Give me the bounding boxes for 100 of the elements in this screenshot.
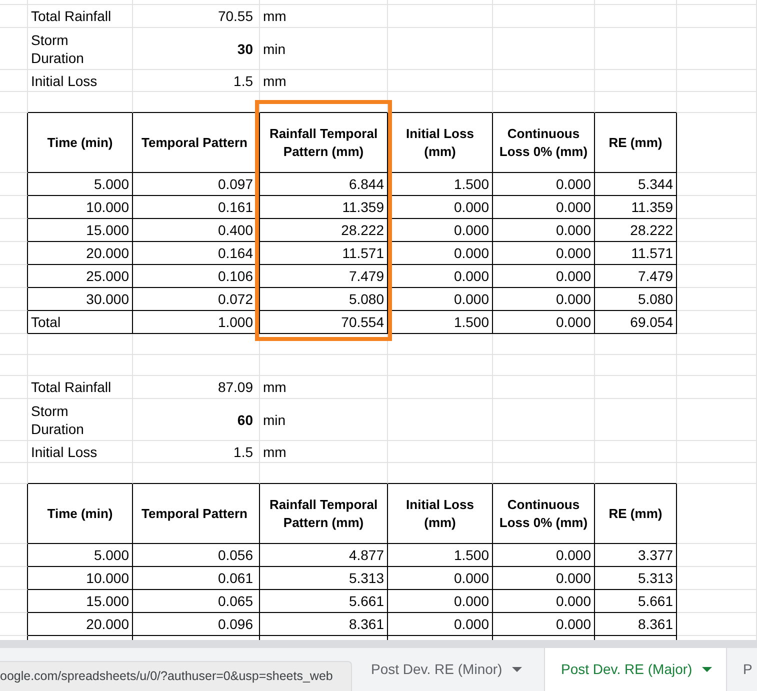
parameter-value: 70.55 xyxy=(133,5,260,28)
table-cell: 7.479 xyxy=(595,265,677,288)
parameter-label: Initial Loss xyxy=(28,70,133,92)
column-header: Initial Loss (mm) xyxy=(388,484,493,544)
table-cell: 10.000 xyxy=(28,567,133,590)
parameter-unit: mm xyxy=(260,70,388,92)
table-cell: 0.000 xyxy=(388,219,493,242)
column-header: RE (mm) xyxy=(595,484,677,544)
grid-cell xyxy=(0,196,28,219)
table-cell: 7.479 xyxy=(260,265,388,288)
column-header: Initial Loss (mm) xyxy=(388,113,493,173)
table-cell: 1.500 xyxy=(388,173,493,196)
column-header: Temporal Pattern xyxy=(133,484,260,544)
table-cell: 3.377 xyxy=(595,544,677,567)
parameter-label: Initial Loss xyxy=(28,441,133,463)
grid-cell xyxy=(0,399,28,441)
grid-cell xyxy=(0,113,28,173)
grid-cell xyxy=(0,463,28,484)
parameter-label: Storm Duration xyxy=(28,399,133,441)
table-cell: 0.000 xyxy=(388,242,493,265)
parameter-value: 87.09 xyxy=(133,376,260,399)
grid-cell xyxy=(0,5,28,28)
sheet-tab[interactable]: P xyxy=(727,648,757,691)
table-cell: 5.313 xyxy=(260,567,388,590)
parameter-value: 1.5 xyxy=(133,441,260,463)
total-cell: 70.554 xyxy=(260,311,388,334)
grid-cell xyxy=(0,173,28,196)
table-cell: 5.000 xyxy=(28,544,133,567)
table-cell: 0.164 xyxy=(133,242,260,265)
total-cell: 0.000 xyxy=(493,311,595,334)
table-cell: 0.000 xyxy=(388,265,493,288)
sheet-tab[interactable]: Post Dev. RE (Major) xyxy=(545,648,727,691)
grid-cell xyxy=(0,288,28,311)
parameter-unit: mm xyxy=(260,376,388,399)
column-header: Time (min) xyxy=(28,113,133,173)
grid-cell xyxy=(0,242,28,265)
table-cell: 0.072 xyxy=(133,288,260,311)
column-header: Temporal Pattern xyxy=(133,113,260,173)
table-cell: 0.000 xyxy=(388,590,493,613)
table-cell: 5.661 xyxy=(260,590,388,613)
grid-cell xyxy=(0,544,28,567)
grid-cell xyxy=(0,265,28,288)
parameter-label: Storm Duration xyxy=(28,28,133,70)
table-cell: 6.844 xyxy=(260,173,388,196)
parameter-label: Total Rainfall xyxy=(28,376,133,399)
table-cell: 5.080 xyxy=(595,288,677,311)
table-cell: 5.344 xyxy=(595,173,677,196)
grid-cell xyxy=(0,376,28,399)
table-cell: 20.000 xyxy=(28,242,133,265)
table-cell: 11.359 xyxy=(260,196,388,219)
grid-cell xyxy=(0,590,28,613)
table-cell: 0.000 xyxy=(493,265,595,288)
caret-icon xyxy=(512,667,522,672)
total-label: Total xyxy=(28,311,133,334)
table-cell: 5.661 xyxy=(595,590,677,613)
table-cell: 0.056 xyxy=(133,544,260,567)
parameter-label: Total Rainfall xyxy=(28,5,133,28)
column-header: Time (min) xyxy=(28,484,133,544)
table-cell: 0.000 xyxy=(493,242,595,265)
table-cell: 0.065 xyxy=(133,590,260,613)
table-cell: 0.000 xyxy=(493,613,595,636)
grid-cell xyxy=(0,70,28,92)
table-cell: 11.571 xyxy=(595,242,677,265)
total-cell: 1.000 xyxy=(133,311,260,334)
table-cell: 0.000 xyxy=(388,613,493,636)
parameter-value: 1.5 xyxy=(133,70,260,92)
parameter-unit: mm xyxy=(260,5,388,28)
grid-cell xyxy=(0,613,28,636)
table-cell: 0.000 xyxy=(493,567,595,590)
table-cell: 0.000 xyxy=(493,196,595,219)
grid-cell xyxy=(0,28,28,70)
parameter-value: 60 xyxy=(133,399,260,441)
grid-cell xyxy=(0,334,28,355)
table-cell: 4.877 xyxy=(260,544,388,567)
table-cell: 5.000 xyxy=(28,173,133,196)
parameter-unit: mm xyxy=(260,441,388,463)
table-cell: 20.000 xyxy=(28,613,133,636)
parameter-value: 30 xyxy=(133,28,260,70)
table-cell: 0.096 xyxy=(133,613,260,636)
table-cell: 0.000 xyxy=(493,219,595,242)
table-cell: 1.500 xyxy=(388,544,493,567)
grid-cell xyxy=(0,311,28,334)
table-cell: 0.000 xyxy=(493,544,595,567)
table-cell: 5.080 xyxy=(260,288,388,311)
table-cell: 30.000 xyxy=(28,288,133,311)
total-cell: 69.054 xyxy=(595,311,677,334)
table-cell: 0.097 xyxy=(133,173,260,196)
grid-cell xyxy=(0,92,28,113)
table-cell: 15.000 xyxy=(28,590,133,613)
table-cell: 28.222 xyxy=(260,219,388,242)
table-cell: 0.161 xyxy=(133,196,260,219)
table-cell: 0.000 xyxy=(388,196,493,219)
table-cell: 0.000 xyxy=(493,288,595,311)
grid-cell xyxy=(0,441,28,463)
table-cell: 11.571 xyxy=(260,242,388,265)
column-header: Rainfall Temporal Pattern (mm) xyxy=(260,113,388,173)
table-cell: 0.000 xyxy=(388,567,493,590)
table-cell: 28.222 xyxy=(595,219,677,242)
caret-icon xyxy=(702,667,712,672)
table-cell: 0.000 xyxy=(493,590,595,613)
